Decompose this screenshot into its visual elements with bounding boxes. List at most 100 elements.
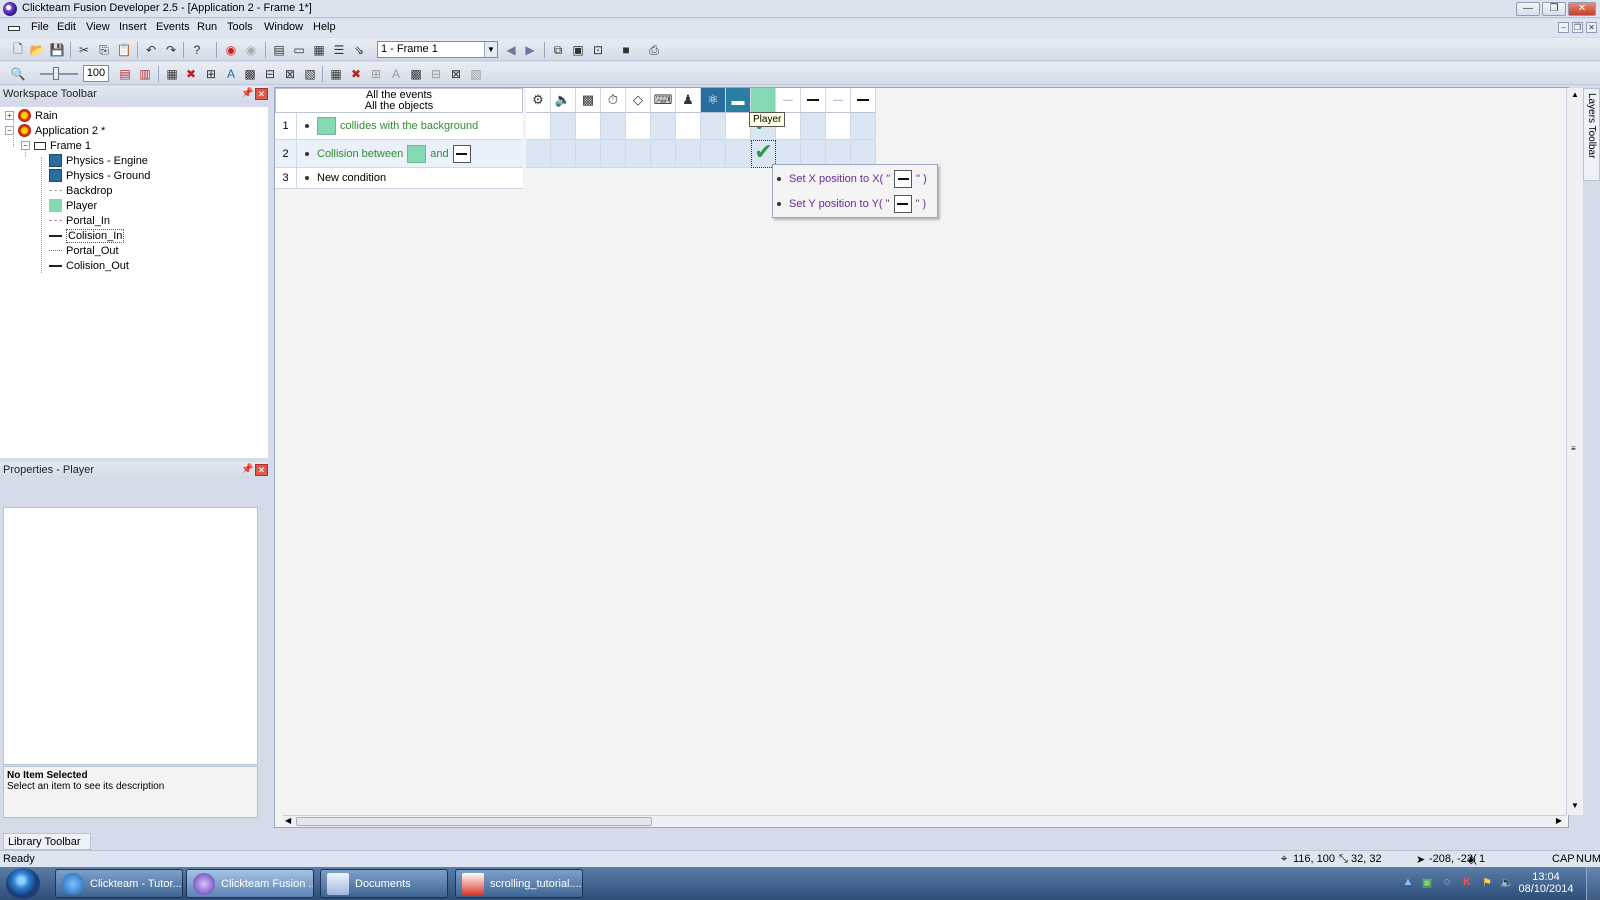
event-row-1[interactable]: 1 collides with the background xyxy=(275,113,523,140)
clear-highlight-icon[interactable]: ✖ xyxy=(348,66,364,82)
portal-in-object-icon[interactable]: ┄┄ xyxy=(776,88,801,113)
taskbar-button-browser[interactable]: Clickteam - Tutor... xyxy=(55,869,183,898)
taskbar-button-pdf[interactable]: scrolling_tutorial.... xyxy=(455,869,583,898)
menu-view[interactable]: View xyxy=(86,21,110,33)
action-cell[interactable] xyxy=(676,140,701,168)
scroll-down-icon[interactable]: ▼ xyxy=(1571,801,1579,810)
stop-icon[interactable]: ■ xyxy=(618,42,634,58)
action-cell[interactable] xyxy=(726,113,751,140)
highlight-icon[interactable]: ▦ xyxy=(328,66,344,82)
disabled-filter-icon[interactable]: ⊟ xyxy=(428,66,444,82)
collapse-icon[interactable]: − xyxy=(5,126,14,135)
collapse-icon[interactable]: − xyxy=(21,141,30,150)
tree-item-portal-in[interactable]: Portal_In xyxy=(49,213,110,228)
run-frame-icon[interactable]: ▣ xyxy=(570,42,586,58)
action-cell[interactable] xyxy=(576,140,601,168)
save-icon[interactable]: 💾 xyxy=(49,42,65,58)
restore-button[interactable]: ❐ xyxy=(1542,2,1566,16)
action-cell[interactable] xyxy=(651,113,676,140)
start-button[interactable] xyxy=(6,868,40,899)
disabled-bookmark-icon[interactable]: ▧ xyxy=(468,66,484,82)
action-cell[interactable] xyxy=(726,140,751,168)
new-icon[interactable]: 🗋 xyxy=(10,42,26,58)
tree-item-player[interactable]: Player xyxy=(49,198,97,213)
action-cell[interactable] xyxy=(701,140,726,168)
action-cell[interactable] xyxy=(676,113,701,140)
insert-comment-icon[interactable]: ▥ xyxy=(137,66,153,82)
create-objects-icon[interactable]: ◇ xyxy=(626,88,651,113)
tray-antivirus-icon[interactable]: K xyxy=(1460,876,1474,890)
player-controls-icon[interactable]: ♟ xyxy=(676,88,701,113)
action-cell[interactable] xyxy=(526,113,551,140)
minimize-button[interactable]: — xyxy=(1516,2,1540,16)
filter-icon[interactable]: ⊟ xyxy=(262,66,278,82)
library-toolbar-tab[interactable]: Library Toolbar xyxy=(3,833,91,850)
colision-in-object-icon[interactable] xyxy=(801,88,826,113)
chevron-down-icon[interactable]: ▼ xyxy=(484,42,497,57)
menu-events[interactable]: Events xyxy=(156,21,190,33)
tree-item-colision-out[interactable]: Colision_Out xyxy=(49,258,129,273)
paste-icon[interactable]: 📋 xyxy=(116,42,132,58)
action-cell[interactable] xyxy=(801,113,826,140)
tray-clock[interactable]: 13:04 08/10/2014 xyxy=(1516,871,1576,895)
action-cell[interactable] xyxy=(626,113,651,140)
menu-tools[interactable]: Tools xyxy=(227,21,253,33)
search-events-icon[interactable]: ⊠ xyxy=(282,66,298,82)
run-application-icon[interactable]: ⧉ xyxy=(550,42,566,58)
event-list-icon[interactable]: ☰ xyxy=(331,42,347,58)
workspace-close-button[interactable]: ✕ xyxy=(255,88,268,100)
undo-icon[interactable]: ↶ xyxy=(143,42,159,58)
action-cell[interactable] xyxy=(551,140,576,168)
player-object-icon[interactable] xyxy=(751,88,776,113)
forward-icon[interactable]: ◉ xyxy=(243,42,259,58)
copy-icon[interactable]: ⎘ xyxy=(96,42,112,58)
checkerboard-icon[interactable]: ▩ xyxy=(242,66,258,82)
open-icon[interactable]: 📂 xyxy=(29,42,45,58)
toggle-events-icon[interactable]: ▦ xyxy=(164,66,180,82)
action-cell[interactable] xyxy=(526,140,551,168)
keyboard-mouse-icon[interactable]: ⌨ xyxy=(651,88,676,113)
cut-icon[interactable]: ✂ xyxy=(76,42,92,58)
tree-item-colision-in[interactable]: Colision_In xyxy=(49,228,125,243)
portal-out-object-icon[interactable]: ┄┄ xyxy=(826,88,851,113)
help-icon[interactable]: ? xyxy=(189,42,205,58)
action-cell[interactable] xyxy=(851,113,876,140)
data-elements-icon[interactable]: ⇘ xyxy=(351,42,367,58)
special-conditions-icon[interactable]: ⚙ xyxy=(526,88,551,113)
previous-frame-icon[interactable]: ◀ xyxy=(503,42,519,58)
redo-icon[interactable]: ↷ xyxy=(163,42,179,58)
event-condition[interactable]: collides with the background xyxy=(317,113,478,139)
scroll-right-icon[interactable]: ▶ xyxy=(1556,816,1562,825)
tray-flag-icon[interactable]: ⚑ xyxy=(1480,876,1494,890)
show-desktop-button[interactable] xyxy=(1586,867,1600,900)
action-set-x[interactable]: Set X position to X( " " ) xyxy=(777,168,927,190)
menu-edit[interactable]: Edit xyxy=(57,21,76,33)
tree-item-application[interactable]: − Application 2 * xyxy=(5,123,105,138)
action-cell[interactable] xyxy=(576,113,601,140)
expand-icon[interactable]: + xyxy=(5,111,14,120)
action-cell[interactable] xyxy=(826,113,851,140)
sound-icon[interactable]: 🔈 xyxy=(551,88,576,113)
tree-item-rain[interactable]: + Rain xyxy=(5,108,58,123)
event-row-2[interactable]: 2 Collision between and xyxy=(275,140,523,168)
zoom-slider-track[interactable] xyxy=(40,73,78,75)
action-cell[interactable] xyxy=(551,113,576,140)
insert-event-icon[interactable]: ▤ xyxy=(117,66,133,82)
physics-ground-icon[interactable]: ▬ xyxy=(726,88,751,113)
tree-item-physics-engine[interactable]: Physics - Engine xyxy=(49,153,148,168)
tree-item-frame[interactable]: − Frame 1 xyxy=(21,138,91,153)
frame-editor-icon[interactable]: ▭ xyxy=(291,42,307,58)
properties-list[interactable] xyxy=(3,507,258,765)
storyboard-editor-icon[interactable]: ▤ xyxy=(271,42,287,58)
action-cell[interactable] xyxy=(701,113,726,140)
vertical-scrollbar[interactable]: ▲ ≡ ▼ xyxy=(1566,88,1583,815)
scroll-up-icon[interactable]: ▲ xyxy=(1571,90,1579,99)
properties-close-button[interactable]: ✕ xyxy=(255,464,268,476)
zoom-input[interactable]: 100 xyxy=(83,65,109,82)
storyboard-controls-icon[interactable]: ▩ xyxy=(576,88,601,113)
layers-toolbar-tab[interactable]: Layers Toolbar xyxy=(1583,88,1600,181)
pin-icon[interactable]: 📌 xyxy=(241,464,253,475)
timer-icon[interactable]: ⏱ xyxy=(601,88,626,113)
build-icon[interactable]: ⎙ xyxy=(646,42,662,58)
colision-out-object-icon[interactable] xyxy=(851,88,876,113)
